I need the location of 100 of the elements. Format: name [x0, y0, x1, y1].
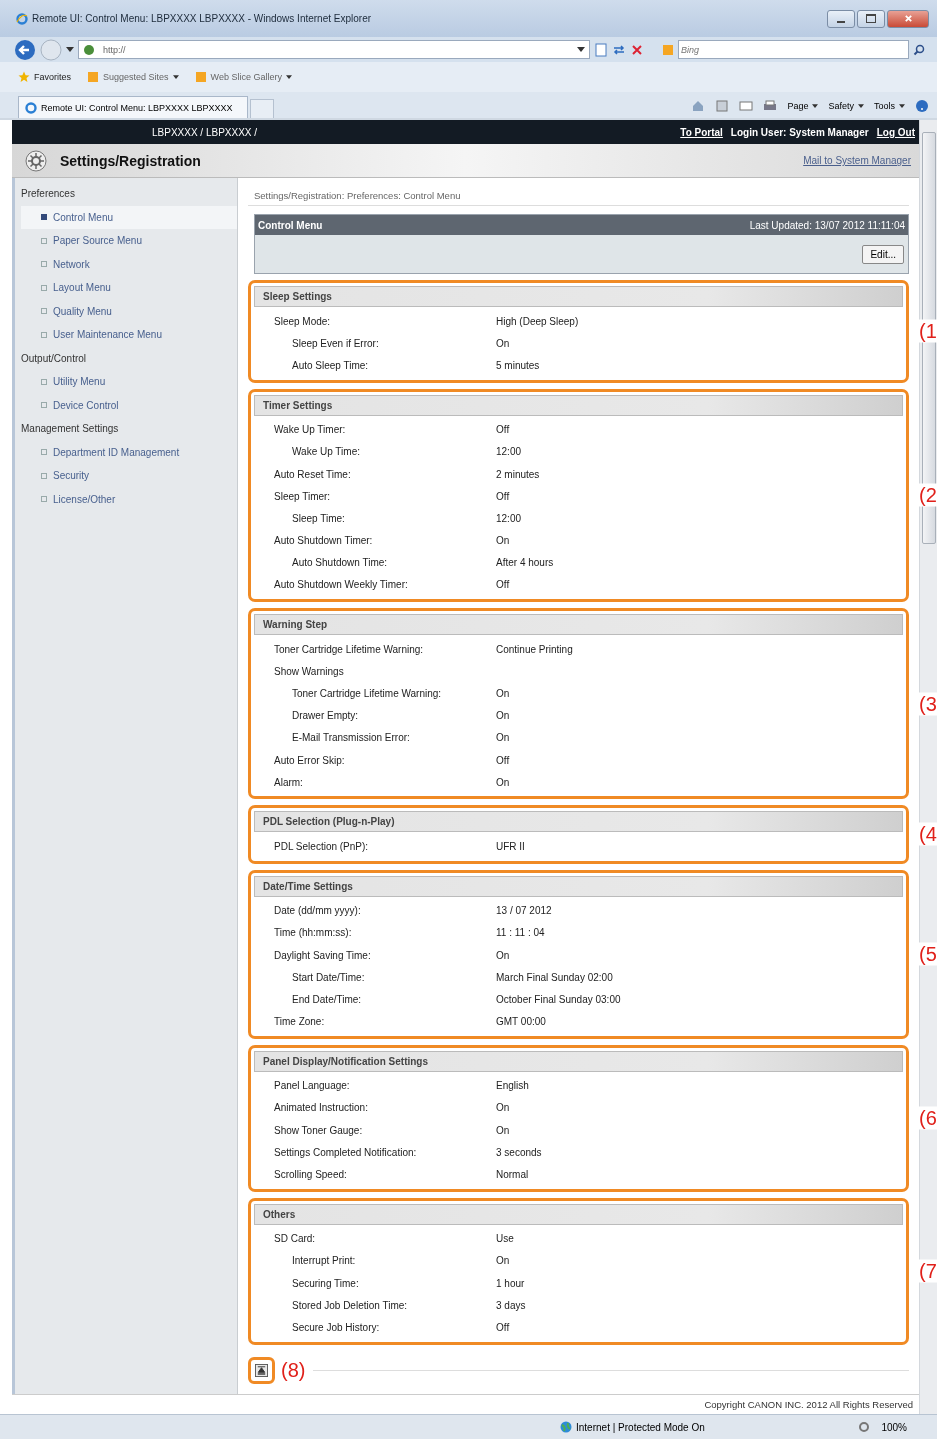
setting-label: Time (hh:mm:ss): [273, 927, 353, 939]
maximize-button[interactable] [857, 9, 885, 28]
section-title: Warning Step [263, 619, 328, 631]
setting-label: Auto Shutdown Timer: [273, 535, 374, 547]
sidebar-item[interactable]: Layout Menu [21, 276, 237, 300]
setting-value: 5 minutes [496, 359, 540, 371]
caret-icon [172, 75, 179, 79]
setting-value: March Final Sunday 02:00 [496, 971, 613, 983]
setting-value: After 4 hours [496, 557, 554, 569]
setting-value: High (Deep Sleep) [496, 315, 579, 327]
setting-label: Sleep Even if Error: [291, 337, 380, 349]
caret-icon[interactable] [577, 47, 585, 52]
edit-button[interactable]: Edit... [862, 244, 904, 264]
refresh-icon[interactable] [612, 42, 626, 57]
caret-icon [858, 104, 864, 108]
setting-value: GMT 00:00 [496, 1016, 546, 1028]
sidebar-item[interactable]: Control Menu [21, 205, 237, 229]
section-title: Timer Settings [263, 399, 333, 411]
callout-number: (2 [917, 483, 937, 507]
setting-label: Start Date/Time: [291, 971, 366, 983]
setting-value: On [496, 1255, 510, 1267]
home-icon[interactable] [691, 99, 706, 113]
setting-value: On [496, 710, 510, 722]
setting-value: On [496, 535, 510, 547]
setting-label: Auto Shutdown Weekly Timer: [273, 579, 409, 591]
sidebar-item[interactable]: Quality Menu [21, 299, 237, 323]
mail-icon[interactable] [739, 99, 754, 113]
setting-label: Auto Shutdown Time: [291, 557, 389, 569]
back-icon[interactable] [14, 38, 36, 61]
setting-label: Sleep Time: [291, 512, 346, 524]
setting-value: On [496, 688, 510, 700]
setting-label: Toner Cartridge Lifetime Warning: [291, 688, 443, 700]
command-menu[interactable]: Safety [828, 101, 864, 111]
sidebar-item[interactable]: Paper Source Menu [21, 229, 237, 253]
last-updated: Last Updated: 13/07 2012 11:11:04 [749, 219, 905, 231]
sidebar-item[interactable]: Utility Menu [21, 370, 237, 394]
setting-label: PDL Selection (PnP): [273, 840, 370, 852]
sidebar-heading: Output/Control [21, 351, 88, 366]
setting-value: Off [496, 490, 510, 502]
breadcrumb: Settings/Registration: Preferences: Control Menu [248, 186, 909, 206]
setting-value: Use [496, 1233, 514, 1245]
setting-value: On [496, 776, 510, 788]
browser-tab[interactable]: Remote UI: Control Menu: LBPXXXX LBPXXXX [18, 96, 248, 118]
setting-label: Sleep Timer: [273, 490, 332, 502]
sidebar-item[interactable]: License/Other [21, 487, 237, 511]
search-field[interactable]: Bing [678, 40, 909, 59]
setting-value: 13 / 07 2012 [496, 905, 552, 917]
address-field[interactable]: http:// [78, 40, 590, 59]
zoom-level[interactable]: 100% [881, 1421, 907, 1433]
logout-link[interactable]: Log Out [876, 126, 915, 138]
setting-value: Off [496, 754, 510, 766]
scrollbar[interactable] [919, 120, 937, 1414]
callout-number: (5 [917, 942, 937, 966]
command-menu[interactable]: Page [787, 101, 819, 111]
setting-label: Panel Language: [273, 1080, 351, 1092]
caret-icon[interactable] [66, 47, 74, 52]
sidebar-item[interactable]: User Maintenance Menu [21, 323, 237, 347]
favorites-link[interactable]: Web Slice Gallery [194, 71, 292, 83]
stop-icon[interactable] [630, 42, 644, 57]
printer-icon[interactable] [763, 99, 778, 113]
setting-label: Securing Time: [291, 1277, 360, 1289]
search-icon[interactable] [913, 43, 925, 56]
sidebar-heading: Preferences [21, 187, 76, 201]
setting-label: Auto Sleep Time: [291, 359, 370, 371]
sidebar-item[interactable]: Department ID Management [21, 440, 237, 464]
callout-number: (8) [281, 1358, 306, 1382]
setting-value: 3 seconds [496, 1146, 542, 1158]
device-model: LBPXXXX / LBPXXXX / [152, 126, 259, 138]
portal-link[interactable]: To Portal [680, 126, 723, 138]
setting-label: Interrupt Print: [291, 1255, 357, 1267]
page-top-icon[interactable] [255, 1363, 268, 1377]
sidebar-item[interactable]: Security [21, 464, 237, 488]
setting-value: 11 : 11 : 04 [496, 927, 545, 939]
setting-label: Drawer Empty: [291, 710, 360, 722]
section-title: Sleep Settings [263, 291, 332, 302]
sidebar-item[interactable]: Network [21, 252, 237, 276]
minimize-button[interactable] [827, 9, 855, 28]
section-title: Others [263, 1208, 296, 1220]
page-icon [194, 71, 207, 83]
favorites-link[interactable]: Suggested Sites [87, 71, 179, 83]
favorites-button[interactable]: Favorites [18, 71, 71, 83]
mail-link[interactable]: Mail to System Manager [803, 155, 911, 166]
setting-label: Sleep Mode: [273, 315, 332, 327]
panel-title: Control Menu [258, 219, 323, 231]
help-icon[interactable] [915, 99, 929, 113]
setting-value: Off [496, 1321, 510, 1333]
setting-label: Settings Completed Notification: [273, 1146, 418, 1158]
gear-icon [24, 148, 48, 173]
setting-label: Stored Job Deletion Time: [291, 1299, 409, 1311]
page-title: Settings/Registration [60, 152, 202, 169]
setting-value: 12:00 [496, 512, 522, 524]
caret-icon [899, 104, 905, 108]
section-title: Panel Display/Notification Settings [263, 1055, 429, 1067]
close-button[interactable] [887, 9, 929, 28]
command-menu[interactable]: Tools [874, 101, 905, 111]
setting-label: Auto Error Skip: [273, 754, 346, 766]
close-icon [903, 14, 913, 23]
browser-logo-icon [16, 12, 28, 25]
sidebar-item[interactable]: Device Control [21, 393, 237, 417]
setting-label: Toner Cartridge Lifetime Warning: [273, 643, 425, 655]
